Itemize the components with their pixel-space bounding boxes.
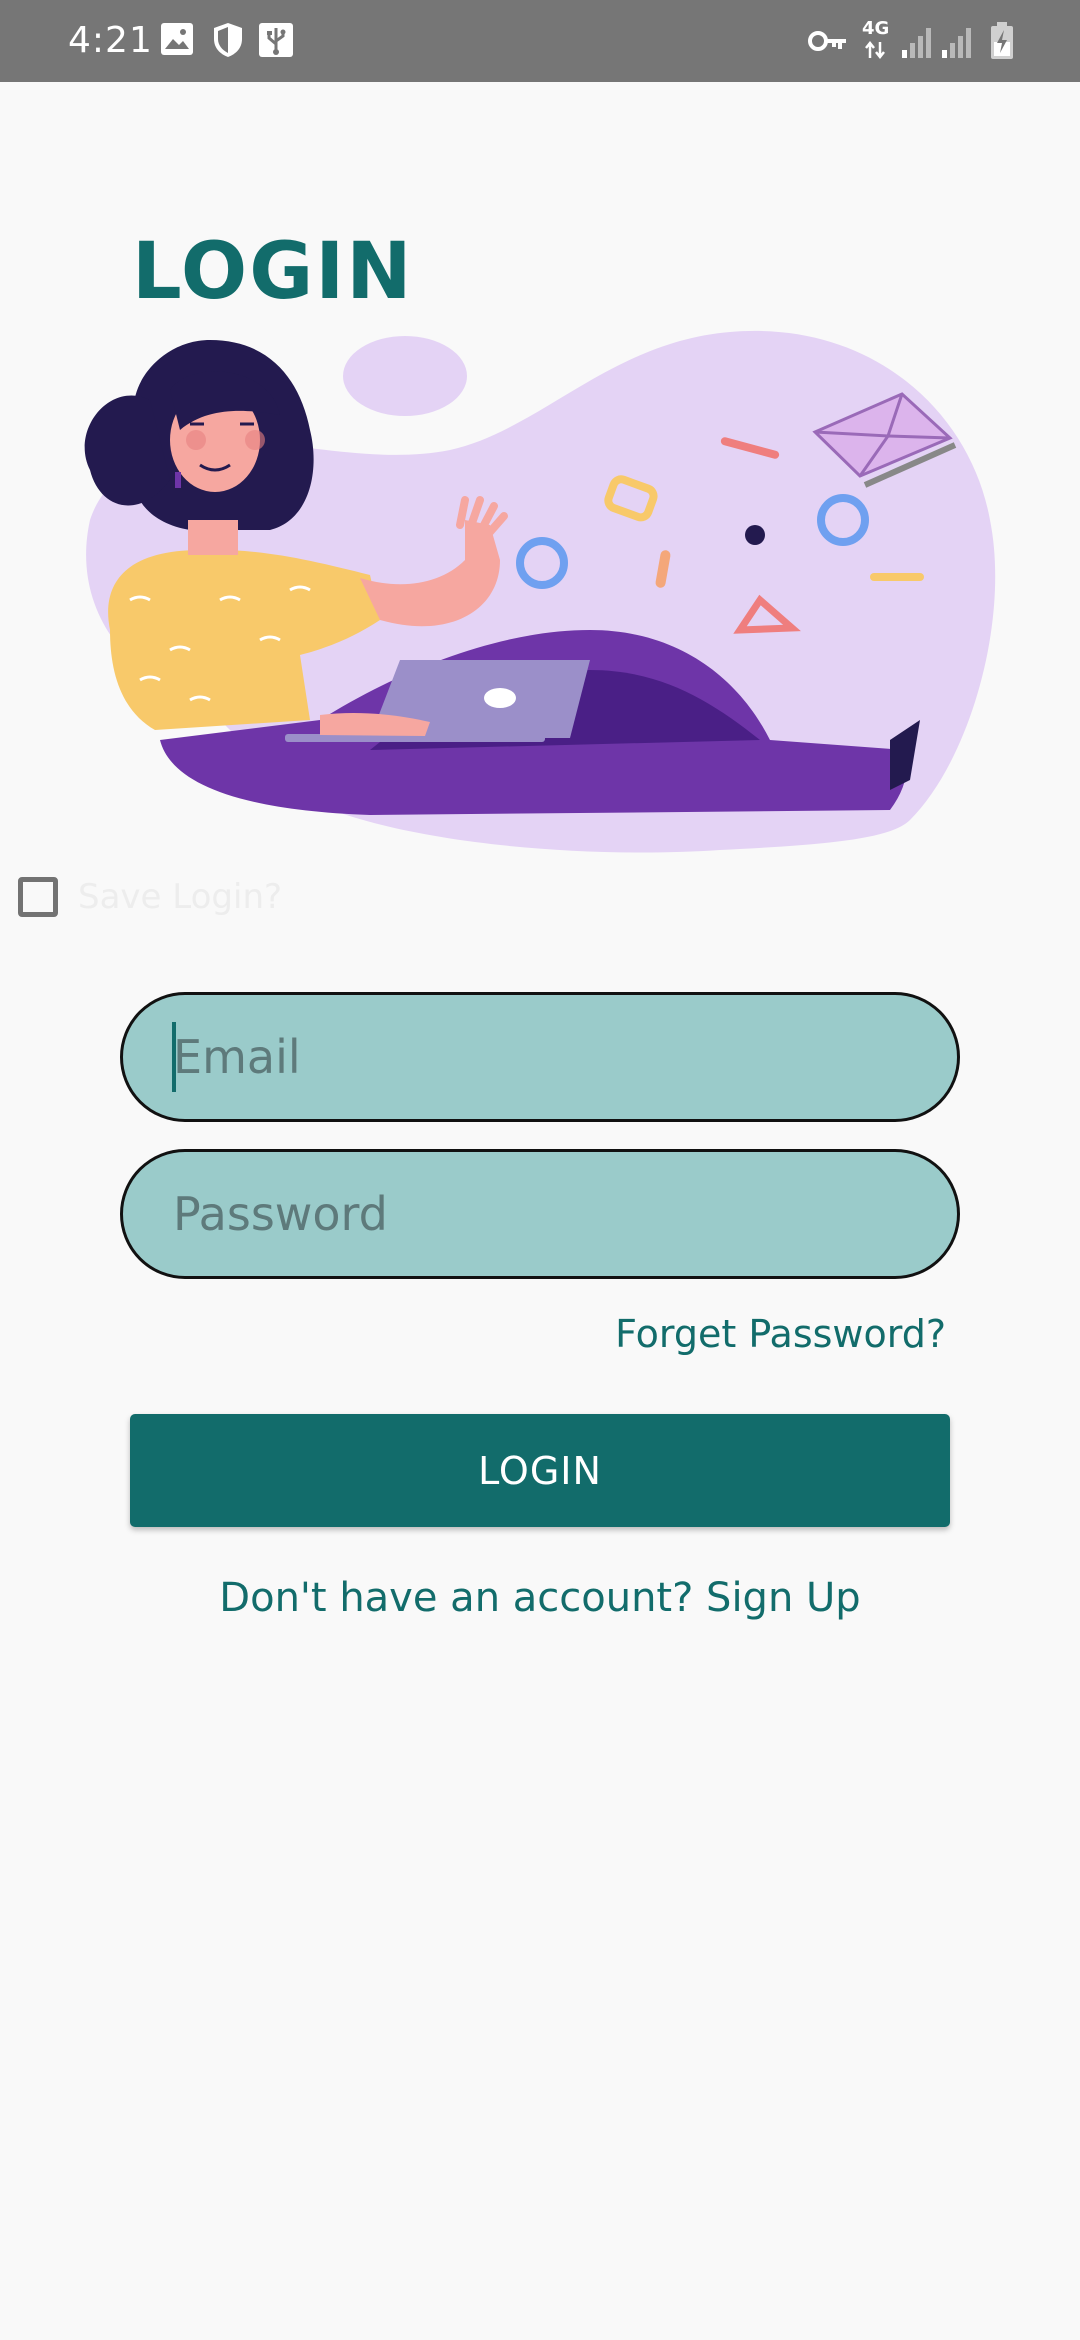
signup-link[interactable]: Don't have an account? Sign Up bbox=[0, 1570, 1080, 1626]
login-button[interactable]: LOGIN bbox=[130, 1414, 950, 1527]
text-cursor bbox=[172, 1022, 176, 1092]
status-time: 4:21 bbox=[68, 20, 153, 61]
vpn-key-icon bbox=[808, 31, 846, 51]
shield-icon bbox=[214, 23, 242, 57]
email-input[interactable] bbox=[120, 992, 960, 1122]
battery-charging-icon bbox=[991, 22, 1013, 59]
data-arrows-icon bbox=[865, 40, 885, 60]
save-login-label: Save Login? bbox=[78, 877, 283, 917]
network-type-label: 4G bbox=[862, 18, 890, 39]
save-login-checkbox[interactable] bbox=[18, 877, 58, 917]
usb-icon bbox=[259, 23, 293, 57]
save-login-row[interactable]: Save Login? bbox=[18, 872, 282, 922]
signal-icon bbox=[902, 28, 931, 58]
forget-password-link[interactable]: Forget Password? bbox=[615, 1308, 946, 1360]
status-bar: 4:21 4G bbox=[0, 0, 1080, 82]
page-title: LOGIN bbox=[132, 227, 414, 317]
password-input[interactable] bbox=[120, 1149, 960, 1279]
image-icon bbox=[161, 23, 193, 55]
woman-with-laptop-illustration bbox=[84, 330, 996, 853]
signal-icon bbox=[942, 28, 971, 58]
